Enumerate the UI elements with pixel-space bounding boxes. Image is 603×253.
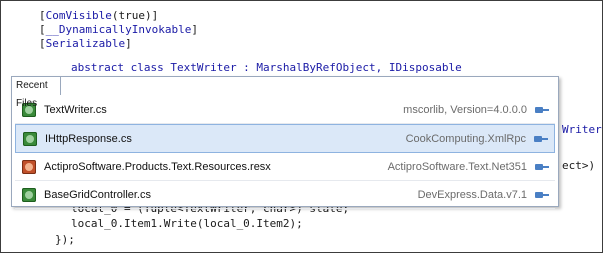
code-line-6: ect>) — [562, 159, 596, 172]
file-name: BaseGridController.cs — [44, 188, 151, 201]
code-line-8: local_0.Item1.Write(local_0.Item2); — [71, 217, 303, 230]
file-assembly: CookComputing.XmlRpc — [405, 132, 526, 145]
file-name: IHttpResponse.cs — [45, 132, 132, 145]
code-line-1: [ComVisible(true)] — [39, 9, 159, 22]
code-line-3: [Serializable] — [39, 37, 132, 50]
pin-icon[interactable] — [534, 135, 548, 143]
cs-file-icon — [23, 131, 37, 146]
cs-file-icon — [22, 187, 36, 202]
pin-icon[interactable] — [535, 106, 549, 114]
recent-files-title: Recent Files — [11, 76, 61, 109]
code-line-4: abstract class TextWriter : MarshalByRef… — [71, 61, 462, 74]
file-assembly: ActiproSoftware.Text.Net351 — [387, 160, 527, 173]
code-editor-frame: [ComVisible(true)] [__DynamicallyInvokab… — [0, 0, 603, 253]
file-assembly: DevExpress.Data.v7.1 — [417, 188, 527, 201]
recent-file-row[interactable]: ActiproSoftware.Products.Text.Resources.… — [15, 153, 555, 181]
pin-icon[interactable] — [535, 191, 549, 199]
recent-file-row-selected[interactable]: IHttpResponse.cs CookComputing.XmlRpc — [15, 124, 555, 153]
recent-file-row[interactable]: BaseGridController.cs DevExpress.Data.v7… — [15, 181, 555, 209]
file-assembly: mscorlib, Version=4.0.0.0 — [403, 103, 527, 116]
recent-files-list: TextWriter.cs mscorlib, Version=4.0.0.0 … — [15, 96, 555, 209]
file-name: TextWriter.cs — [44, 103, 107, 116]
code-line-9: }); — [55, 233, 75, 246]
recent-file-row[interactable]: TextWriter.cs mscorlib, Version=4.0.0.0 — [15, 96, 555, 124]
code-line-2: [__DynamicallyInvokable] — [39, 23, 198, 36]
pin-icon[interactable] — [535, 163, 549, 171]
code-line-5: Writer — [562, 123, 602, 136]
file-name: ActiproSoftware.Products.Text.Resources.… — [44, 160, 271, 173]
resx-file-icon — [22, 159, 36, 174]
